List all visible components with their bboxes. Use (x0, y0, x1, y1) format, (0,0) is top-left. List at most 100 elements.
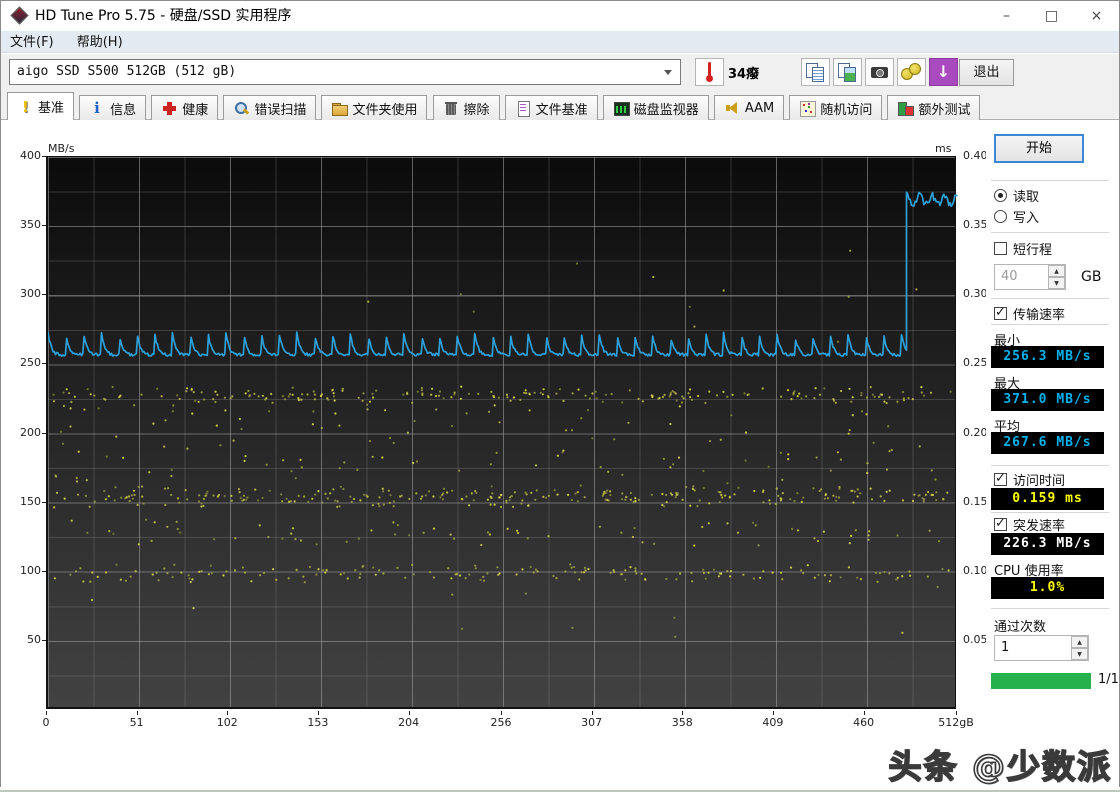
axis-tick-mark (137, 711, 138, 715)
folder-icon (331, 100, 347, 116)
download-button[interactable]: ↓ (929, 58, 958, 86)
tab-label: 基准 (38, 97, 64, 116)
axis-tick-label: 512gB (938, 716, 974, 729)
radio-icon (994, 210, 1007, 223)
benchmark-plot (46, 156, 956, 709)
tab-extra-tests[interactable]: 额外测试 (887, 95, 980, 120)
trash-icon (443, 100, 459, 116)
avg-speed-display: 267.6 MB/s (991, 432, 1104, 454)
cpu-usage-display: 1.0% (991, 577, 1104, 599)
minimize-button[interactable]: – (984, 1, 1029, 31)
axis-tick-label: 409 (762, 716, 783, 729)
tab-info[interactable]: 信息 (79, 95, 146, 120)
axis-tick-label: 153 (307, 716, 328, 729)
axis-tick-label: 460 (853, 716, 874, 729)
short-stroke-checkbox[interactable]: 短行程 (994, 239, 1052, 258)
axis-tick-label: 256 (491, 716, 512, 729)
maximize-button[interactable]: □ (1029, 1, 1074, 31)
drive-select[interactable]: aigo SSD S500 512GB (512 gB) (9, 59, 681, 85)
burst-rate-display: 226.3 MB/s (991, 533, 1104, 555)
write-radio-label: 写入 (1013, 207, 1039, 226)
benchmark-canvas (48, 157, 958, 710)
spin-up-icon[interactable]: ▲ (1048, 265, 1065, 277)
pass-count-spinner[interactable]: ▲▼ (1071, 636, 1088, 660)
write-radio[interactable]: 写入 (994, 207, 1039, 226)
speaker-icon (724, 100, 740, 116)
menu-help[interactable]: 帮助(H) (68, 32, 132, 53)
tab-label: AAM (745, 101, 774, 116)
menu-bar: 文件(F) 帮助(H) (1, 31, 1119, 53)
axis-tick-label: 102 (217, 716, 238, 729)
tab-label: 磁盘监视器 (634, 99, 699, 118)
tab-disk-monitor[interactable]: 磁盘监视器 (603, 95, 709, 120)
tab-erase[interactable]: 擦除 (433, 95, 500, 120)
exclamation-icon (17, 99, 33, 115)
tab-health[interactable]: 健康 (151, 95, 218, 120)
min-speed-display: 256.3 MB/s (991, 346, 1104, 368)
temperature-button[interactable] (695, 58, 724, 86)
axis-tick-label: 0.05 (963, 633, 988, 646)
tab-random-access[interactable]: 随机访问 (789, 95, 882, 120)
checkbox-icon (994, 473, 1007, 486)
axis-tick-label: 0.20 (963, 426, 988, 439)
chevron-down-icon (664, 70, 672, 75)
tab-error-scan[interactable]: 错误扫描 (223, 95, 316, 120)
progress-bar (991, 673, 1091, 689)
y-left-axis-unit: MB/s (48, 142, 74, 155)
pass-count-label: 通过次数 (994, 616, 1046, 635)
axis-tick-label: 0.30 (963, 287, 988, 300)
extra-tests-icon (897, 100, 913, 116)
access-time-checkbox[interactable]: 访问时间 (994, 470, 1065, 489)
axis-tick-mark (42, 294, 46, 295)
control-panel: 开始 读取 写入 短行程 40 ▲▼ GB 传输速率 最小 256.3 MB/s… (986, 120, 1119, 787)
checkbox-icon (994, 242, 1007, 255)
axis-tick-label: 204 (398, 716, 419, 729)
screenshot-button[interactable] (865, 58, 894, 86)
axis-tick-label: 358 (672, 716, 693, 729)
axis-tick-mark (682, 711, 683, 715)
spin-down-icon[interactable]: ▼ (1048, 277, 1065, 289)
tab-label: 擦除 (464, 99, 490, 118)
read-radio[interactable]: 读取 (994, 186, 1039, 205)
menu-file[interactable]: 文件(F) (1, 32, 63, 53)
tab-label: 健康 (182, 99, 208, 118)
short-stroke-spinner[interactable]: ▲▼ (1048, 265, 1065, 289)
random-access-icon (799, 100, 815, 116)
exit-button[interactable]: 退出 (959, 59, 1014, 86)
axis-tick-label: 0.10 (963, 564, 988, 577)
axis-tick-label: 51 (130, 716, 144, 729)
tab-label: 文件基准 (536, 99, 588, 118)
gb-unit-label: GB (1081, 269, 1101, 285)
axis-tick-mark (42, 502, 46, 503)
checkbox-icon (994, 518, 1007, 531)
axis-tick-mark (42, 225, 46, 226)
tab-aam[interactable]: AAM (714, 95, 784, 120)
axis-tick-label: 350 (7, 218, 41, 231)
axis-tick-label: 0.25 (963, 356, 988, 369)
burst-rate-checkbox[interactable]: 突发速率 (994, 515, 1065, 534)
thermometer-icon (696, 59, 723, 85)
axis-tick-label: 100 (7, 564, 41, 577)
access-time-display: 0.159 ms (991, 488, 1104, 510)
axis-tick-mark (956, 711, 957, 715)
axis-tick-label: 250 (7, 356, 41, 369)
tab-benchmark[interactable]: 基准 (7, 92, 74, 120)
axis-tick-label: 200 (7, 426, 41, 439)
disks-icon (898, 59, 925, 85)
axis-tick-mark (592, 711, 593, 715)
axis-tick-mark (42, 363, 46, 364)
tab-file-benchmark[interactable]: 文件基准 (505, 95, 598, 120)
radio-icon (994, 189, 1007, 202)
spin-down-icon[interactable]: ▼ (1071, 648, 1088, 660)
start-button[interactable]: 开始 (994, 134, 1084, 163)
copy-text-button[interactable] (801, 58, 830, 86)
spin-up-icon[interactable]: ▲ (1071, 636, 1088, 648)
close-button[interactable]: × (1074, 1, 1119, 31)
tab-folder-usage[interactable]: 文件夹使用 (321, 95, 427, 120)
save-button[interactable] (897, 58, 926, 86)
transfer-rate-checkbox[interactable]: 传输速率 (994, 304, 1065, 323)
file-icon (515, 100, 531, 116)
copy-image-button[interactable] (833, 58, 862, 86)
health-cross-icon (161, 100, 177, 116)
watermark: 头条 @少数派 (889, 740, 1113, 788)
